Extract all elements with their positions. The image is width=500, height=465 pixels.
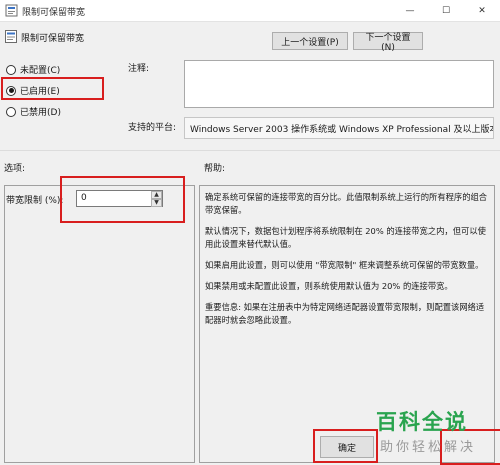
previous-setting-button[interactable]: 上一个设置(P) — [272, 32, 348, 50]
help-paragraph: 确定系统可保留的连接带宽的百分比。此值限制系统上运行的所有程序的组合带宽保留。 — [205, 192, 488, 215]
minimize-button[interactable]: — — [392, 0, 428, 22]
radio-circle-icon — [6, 64, 16, 75]
watermark: 百科全说 助你轻松解决 — [368, 400, 500, 460]
next-setting-button[interactable]: 下一个设置(N) — [353, 32, 423, 53]
highlight-box — [1, 77, 104, 100]
policy-icon — [5, 30, 17, 43]
help-paragraph: 如果禁用或未配置此设置，则系统使用默认值为 20% 的连接带宽。 — [205, 281, 453, 291]
maximize-button[interactable]: ☐ — [428, 0, 464, 22]
watermark-title: 百科全说 — [376, 410, 468, 434]
help-paragraph: 默认情况下，数据包计划程序将系统限制在 20% 的连接带宽之内，但可以使用此设置… — [205, 226, 486, 249]
radio-circle-icon — [6, 106, 16, 117]
platform-label: 支持的平台: — [128, 123, 177, 133]
help-label: 帮助: — [204, 164, 226, 174]
radio-label: 未配置(C) — [20, 66, 61, 76]
watermark-subtitle: 助你轻松解决 — [380, 440, 477, 455]
policy-icon — [5, 4, 18, 17]
help-paragraph: 重要信息: 如果在注册表中为特定网络适配器设置带宽限制，则配置该网络适配器时就会… — [205, 302, 485, 325]
bandwidth-limit-label: 带宽限制 (%): — [6, 196, 64, 206]
comment-label: 注释: — [128, 64, 150, 74]
highlight-box — [60, 176, 185, 223]
options-panel — [4, 185, 195, 463]
setting-title: 限制可保留带宽 — [21, 34, 85, 44]
close-button[interactable]: ✕ — [464, 0, 500, 22]
comment-textarea[interactable] — [184, 60, 494, 108]
options-label: 选项: — [4, 164, 26, 174]
radio-disabled[interactable]: 已禁用(D) — [6, 105, 61, 118]
platform-value: Windows Server 2003 操作系统或 Windows XP Pro… — [184, 117, 494, 139]
radio-label: 已禁用(D) — [20, 108, 61, 118]
window-title: 限制可保留带宽 — [22, 8, 86, 18]
radio-not-configured[interactable]: 未配置(C) — [6, 63, 60, 76]
divider — [0, 150, 500, 151]
help-paragraph: 如果启用此设置，则可以使用 "带宽限制" 框来调整系统可保留的带宽数量。 — [205, 260, 484, 270]
